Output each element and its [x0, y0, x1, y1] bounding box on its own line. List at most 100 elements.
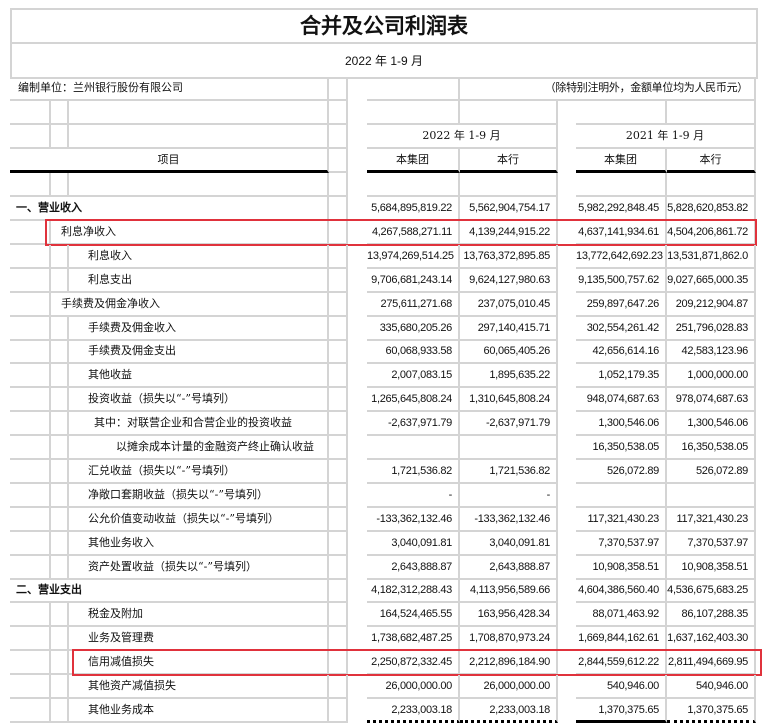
amount-cell: 13,772,642,692.23: [576, 244, 667, 269]
amount-cell: 42,583,123.96: [667, 340, 756, 365]
table-row: 汇兑收益（损失以“-”号填列） 1,721,536.82 1,721,536.82 5…: [10, 459, 760, 484]
table-cell: [10, 125, 51, 149]
amount-cell: 209,212,904.87: [667, 292, 756, 317]
amount-cell: [460, 436, 558, 460]
table-cell: [329, 77, 348, 101]
table-cell: [329, 627, 348, 652]
row-label: 其他业务收入: [69, 531, 329, 556]
table-cell: [10, 244, 51, 269]
table-row: 投资收益（损失以“-”号填列） 1,265,645,808.24 1,310,645…: [10, 388, 760, 413]
amount-cell: 259,897,647.26: [576, 292, 667, 317]
table-cell: [329, 316, 348, 341]
amount-cell: 1,300,546.06: [667, 412, 756, 437]
table-cell: [51, 531, 69, 556]
table-cell: [51, 459, 69, 484]
amount-cell: 2,233,003.18: [367, 698, 460, 723]
table-cell: [10, 436, 51, 460]
table-cell: [329, 483, 348, 508]
report-period: 2022 年 1-9 月: [12, 44, 756, 79]
table-row: 手续费及佣金收入 335,680,205.26 297,140,415.71 302,…: [10, 316, 760, 341]
group-header: 本集团: [367, 149, 460, 173]
compiler-label: 编制单位：兰州银行股份有限公司: [10, 77, 329, 101]
table-cell: [367, 77, 460, 101]
table-row: 二、营业支出 4,182,312,288.43 4,113,956,589.66 4,…: [10, 579, 760, 604]
table-cell: [51, 173, 69, 197]
table-cell: [329, 268, 348, 293]
table-cell: [329, 603, 348, 628]
amount-cell: 1,370,375.65: [667, 698, 756, 723]
table-cell: [10, 412, 51, 437]
table-cell: [10, 173, 51, 197]
amount-cell: 1,637,162,403.30: [667, 627, 756, 652]
amount-cell: 9,135,500,757.62: [576, 268, 667, 293]
row-label: 业务及管理费: [69, 627, 329, 652]
amount-cell: 251,796,028.83: [667, 316, 756, 341]
amount-cell: 1,300,546.06: [576, 412, 667, 437]
table-cell: [51, 101, 69, 125]
row-label: 手续费及佣金支出: [69, 340, 329, 365]
row-label: 投资收益（损失以“-”号填列）: [69, 388, 329, 413]
amount-cell: 237,075,010.45: [460, 292, 558, 317]
amount-cell: 10,908,358.51: [667, 555, 756, 580]
blank-row: [10, 173, 760, 197]
amount-cell: 42,656,614.16: [576, 340, 667, 365]
amount-cell: 9,027,665,000.35: [667, 268, 756, 293]
table-cell: [667, 173, 756, 197]
table-cell: [667, 101, 756, 125]
table-cell: [329, 244, 348, 269]
amount-cell: 7,370,537.97: [667, 531, 756, 556]
year-prior-header: 2021 年 1-9 月: [576, 125, 756, 149]
amount-cell: -2,637,971.79: [367, 412, 460, 437]
bank-header: 本行: [460, 149, 558, 173]
amount-cell: [576, 483, 667, 508]
row-label: 利息收入: [69, 244, 329, 269]
table-row: 公允价值变动收益（损失以“-”号填列） -133,362,132.46 -133,3…: [10, 507, 760, 532]
unit-note: （除特别注明外，金额单位均为人民币元）: [460, 77, 756, 101]
amount-cell: 164,524,465.55: [367, 603, 460, 628]
table-cell: [10, 675, 51, 699]
page-title: 合并及公司利润表: [12, 10, 756, 44]
table-row: 其中：对联营企业和合营企业的投资收益 -2,637,971.79 -2,637,97…: [10, 412, 760, 437]
amount-cell: 297,140,415.71: [460, 316, 558, 341]
amount-cell: 9,624,127,980.63: [460, 268, 558, 293]
row-label: 一、营业收入: [10, 197, 329, 221]
amount-cell: -: [367, 483, 460, 508]
table-cell: [51, 698, 69, 723]
table-cell: [329, 173, 348, 197]
amount-cell: [367, 436, 460, 460]
table-cell: [329, 555, 348, 580]
item-header: 项目: [10, 149, 329, 173]
amount-cell: 13,531,871,862.0: [667, 244, 756, 269]
row-label: 手续费及佣金净收入: [51, 292, 329, 317]
amount-cell: 26,000,000.00: [460, 675, 558, 699]
table-cell: [10, 364, 51, 389]
table-cell: [51, 627, 69, 652]
table-cell: [51, 364, 69, 389]
table-cell: [51, 388, 69, 413]
amount-cell: 4,113,956,589.66: [460, 579, 558, 604]
table-row: 其他业务收入 3,040,091.81 3,040,091.81 7,370,537.…: [10, 531, 760, 556]
table-cell: [329, 340, 348, 365]
table-cell: [51, 603, 69, 628]
table-cell: [10, 531, 51, 556]
amount-cell: 1,669,844,162.61: [576, 627, 667, 652]
row-label: 其他资产减值损失: [69, 675, 329, 699]
amount-cell: 117,321,430.23: [576, 507, 667, 532]
table-cell: [10, 698, 51, 723]
amount-cell: 2,643,888.87: [367, 555, 460, 580]
table-cell: [10, 627, 51, 652]
amount-cell: 1,721,536.82: [367, 459, 460, 484]
row-label: 公允价值变动收益（损失以“-”号填列）: [69, 507, 329, 532]
compiler-row: 编制单位：兰州银行股份有限公司 （除特别注明外，金额单位均为人民币元）: [10, 77, 760, 101]
table-row: 净敞口套期收益（损失以“-”号填列） - -: [10, 483, 760, 508]
amount-cell: 88,071,463.92: [576, 603, 667, 628]
amount-cell: 3,040,091.81: [367, 531, 460, 556]
table-row: 税金及附加 164,524,465.55 163,956,428.34 88,071,…: [10, 603, 760, 628]
amount-cell: 5,562,904,754.17: [460, 197, 558, 221]
table-cell: [10, 459, 51, 484]
table-cell: [51, 651, 69, 676]
amount-cell: 26,000,000.00: [367, 675, 460, 699]
table-row: 其他收益 2,007,083.15 1,895,635.22 1,052,179.35…: [10, 364, 760, 389]
row-label: 其中：对联营企业和合营企业的投资收益: [69, 412, 329, 437]
blank-header-row: [10, 101, 760, 125]
